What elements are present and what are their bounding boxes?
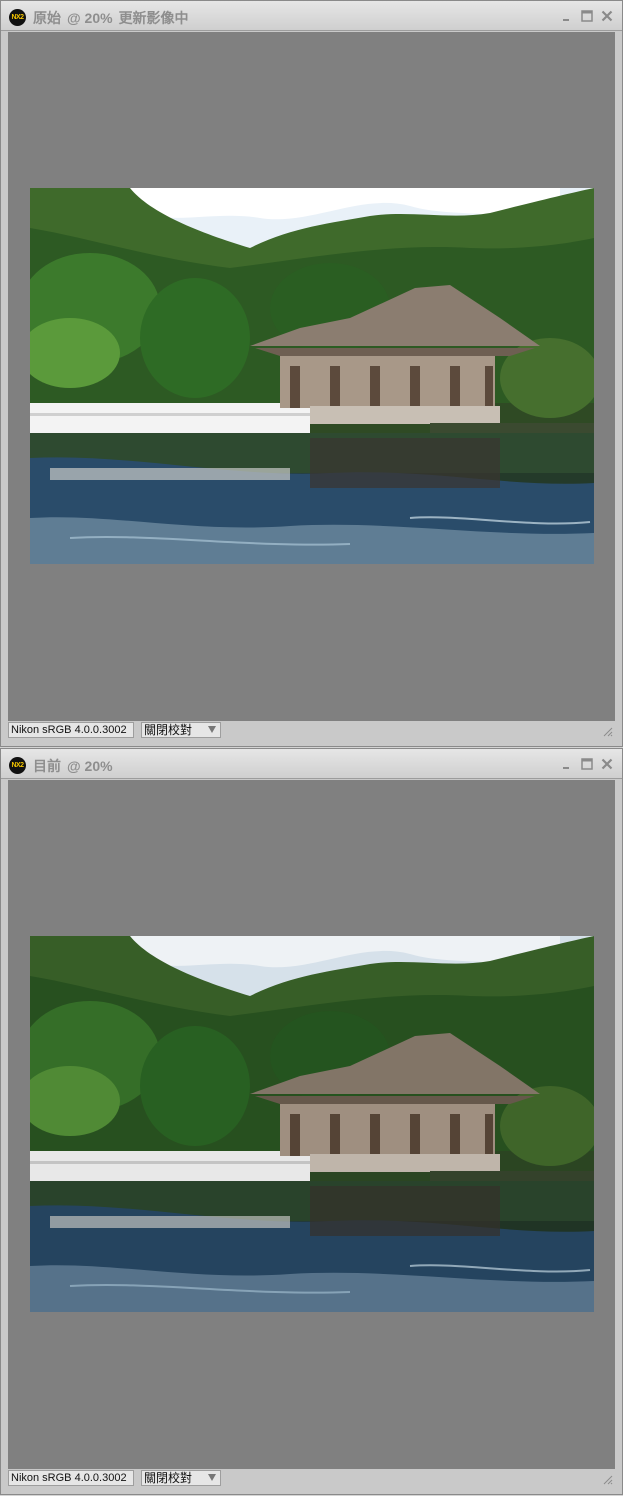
maximize-button[interactable] [580,757,594,771]
image-window-original[interactable]: NX2 原始 @ 20% 更新影像中 Nikon sRGB 4.0.0.3002… [0,0,623,747]
minimize-button[interactable] [560,9,574,23]
window-title-name: 原始 [33,10,61,26]
window-titlebar[interactable]: NX2 目前 @ 20% [1,749,622,779]
pavilion-photo[interactable] [30,936,594,1312]
window-title: 原始 @ 20% 更新影像中 [33,8,189,28]
soft-proof-dropdown[interactable]: 關閉校對 [141,722,221,738]
window-statusbar: Nikon sRGB 4.0.0.3002 關閉校對 [8,1470,615,1487]
minimize-icon [563,19,569,21]
nx2-app-icon: NX2 [9,9,26,26]
image-canvas[interactable] [8,780,615,1469]
close-button[interactable] [600,757,614,771]
zoom-level: @ 20% [67,10,113,26]
color-profile-label: Nikon sRGB 4.0.0.3002 [8,722,134,738]
minimize-button[interactable] [560,757,574,771]
maximize-icon [581,758,593,770]
dropdown-arrow-icon [208,1474,216,1481]
nx2-app-icon: NX2 [9,757,26,774]
resize-grip-icon[interactable] [601,1473,613,1485]
window-title-name: 目前 [33,758,61,774]
color-profile-label: Nikon sRGB 4.0.0.3002 [8,1470,134,1486]
minimize-icon [563,767,569,769]
close-icon [601,10,613,22]
dropdown-arrow-icon [208,726,216,733]
window-title: 目前 @ 20% [33,756,119,776]
soft-proof-value: 關閉校對 [144,1471,193,1485]
maximize-button[interactable] [580,9,594,23]
image-canvas[interactable] [8,32,615,721]
soft-proof-dropdown[interactable]: 關閉校對 [141,1470,221,1486]
update-status: 更新影像中 [118,10,189,26]
pavilion-photo[interactable] [30,188,594,564]
zoom-level: @ 20% [67,758,113,774]
soft-proof-value: 關閉校對 [144,723,193,737]
maximize-icon [581,10,593,22]
close-icon [601,758,613,770]
window-titlebar[interactable]: NX2 原始 @ 20% 更新影像中 [1,1,622,31]
resize-grip-icon[interactable] [601,725,613,737]
close-button[interactable] [600,9,614,23]
image-window-current[interactable]: NX2 目前 @ 20% Nikon sRGB 4.0.0.3002 關閉校對 [0,748,623,1495]
window-statusbar: Nikon sRGB 4.0.0.3002 關閉校對 [8,722,615,739]
